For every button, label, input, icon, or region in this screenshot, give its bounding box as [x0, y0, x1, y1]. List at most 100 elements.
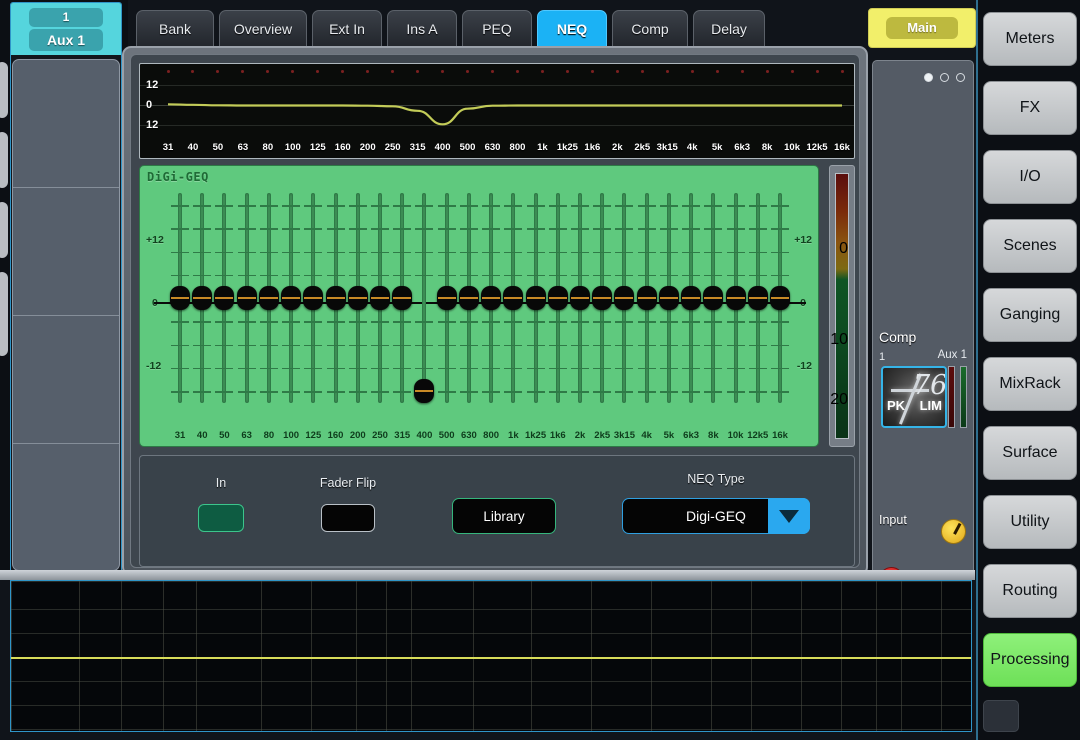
geq-fader-100[interactable]	[281, 193, 302, 403]
fader-handle-10k[interactable]	[725, 286, 746, 310]
geq-fader-5k[interactable]	[658, 193, 679, 403]
fader-handle-6k3[interactable]	[681, 286, 702, 310]
ghost-tab-1[interactable]	[0, 62, 8, 118]
fader-handle-1k[interactable]	[503, 286, 524, 310]
fader-handle-125[interactable]	[303, 286, 324, 310]
geq-fader-31[interactable]	[170, 193, 190, 403]
fader-handle-16k[interactable]	[770, 286, 790, 310]
geq-fader-12k5[interactable]	[747, 193, 768, 403]
geq-fader-16k[interactable]	[770, 193, 790, 403]
rail-button-fx[interactable]: FX	[983, 81, 1077, 135]
rail-button-scenes[interactable]: Scenes	[983, 219, 1077, 273]
bottom-fader-strip[interactable]	[10, 580, 972, 732]
geq-fader-160[interactable]	[325, 193, 346, 403]
geq-fader-40[interactable]	[192, 193, 213, 403]
fader-handle-500[interactable]	[436, 286, 457, 310]
geq-fader-315[interactable]	[392, 193, 413, 403]
page-indicator-dots[interactable]	[924, 73, 965, 82]
input-gain-knob[interactable]	[941, 519, 966, 544]
geq-fader-50[interactable]	[214, 193, 235, 403]
in-toggle-button[interactable]	[198, 504, 244, 532]
tab-comp[interactable]: Comp	[612, 10, 688, 48]
fader-handle-8k[interactable]	[703, 286, 724, 310]
geq-fader-80[interactable]	[258, 193, 279, 403]
fader-handle-2k[interactable]	[570, 286, 590, 310]
fader-handle-40[interactable]	[192, 286, 213, 310]
geq-fader-63[interactable]	[236, 193, 257, 403]
rail-stub-button[interactable]	[983, 700, 1019, 732]
rail-button-routing[interactable]: Routing	[983, 564, 1077, 618]
fader-handle-160[interactable]	[325, 286, 346, 310]
fader-handle-250[interactable]	[370, 286, 390, 310]
library-button[interactable]: Library	[452, 498, 556, 534]
geq-fader-1k6[interactable]	[547, 193, 568, 403]
tab-bank[interactable]: Bank	[136, 10, 214, 48]
main-mix-button[interactable]: Main	[868, 8, 976, 48]
tab-neq[interactable]: NEQ	[537, 10, 607, 48]
geq-fader-2k[interactable]	[570, 193, 590, 403]
chevron-down-icon[interactable]	[768, 498, 810, 534]
fader-handle-100[interactable]	[281, 286, 302, 310]
fader-handle-200[interactable]	[347, 286, 368, 310]
fader-handle-63[interactable]	[236, 286, 257, 310]
geq-fader-400[interactable]	[414, 193, 435, 403]
page-dot-2[interactable]	[940, 73, 949, 82]
fader-handle-1k25[interactable]	[525, 286, 546, 310]
fader-handle-315[interactable]	[392, 286, 413, 310]
tab-ext-in[interactable]: Ext In	[312, 10, 382, 48]
fader-handle-2k5[interactable]	[592, 286, 613, 310]
rail-button-mixrack[interactable]: MixRack	[983, 357, 1077, 411]
rail-button-processing[interactable]: Processing	[983, 633, 1077, 687]
fader-handle-50[interactable]	[214, 286, 235, 310]
tab-delay[interactable]: Delay	[693, 10, 765, 48]
geq-fader-250[interactable]	[370, 193, 390, 403]
fader-tick	[437, 391, 456, 393]
fader-handle-630[interactable]	[458, 286, 479, 310]
neq-type-dropdown[interactable]: Digi-GEQ	[622, 498, 810, 534]
tab-ins-a[interactable]: Ins A	[387, 10, 457, 48]
geq-fader-2k5[interactable]	[592, 193, 613, 403]
geq-fader-630[interactable]	[458, 193, 479, 403]
channel-section[interactable]	[13, 60, 119, 188]
channel-header[interactable]: 1 Aux 1	[11, 3, 121, 55]
fader-handle-1k6[interactable]	[547, 286, 568, 310]
tab-overview[interactable]: Overview	[219, 10, 307, 48]
fader-handle-5k[interactable]	[658, 286, 679, 310]
eq-response-graph[interactable]: 12 0 12 31 40 50 63 80 100 125 160 200 250 315 400 5…	[139, 63, 855, 159]
fader-handle-31[interactable]	[170, 286, 190, 310]
tab-peq[interactable]: PEQ	[462, 10, 532, 48]
rail-button-surface[interactable]: Surface	[983, 426, 1077, 480]
geq-fader-10k[interactable]	[725, 193, 746, 403]
compressor-model-tile[interactable]: 76 PK LIM	[881, 366, 947, 428]
channel-section[interactable]	[13, 444, 119, 570]
fader-handle-12k5[interactable]	[747, 286, 768, 310]
fader-handle-400[interactable]	[414, 379, 435, 403]
fader-handle-4k[interactable]	[636, 286, 657, 310]
fader-flip-button[interactable]	[321, 504, 375, 532]
rail-button-i-o[interactable]: I/O	[983, 150, 1077, 204]
ghost-tab-2[interactable]	[0, 132, 8, 188]
geq-fader-bank[interactable]: DiGi-GEQ +12 0 -12 +12 0 -12 31405063801…	[139, 165, 819, 447]
geq-fader-200[interactable]	[347, 193, 368, 403]
rail-button-utility[interactable]: Utility	[983, 495, 1077, 549]
rail-button-meters[interactable]: Meters	[983, 12, 1077, 66]
page-dot-3[interactable]	[956, 73, 965, 82]
geq-fader-1k[interactable]	[503, 193, 524, 403]
geq-fader-800[interactable]	[481, 193, 502, 403]
fader-handle-3k15[interactable]	[614, 286, 635, 310]
geq-fader-125[interactable]	[303, 193, 324, 403]
geq-fader-8k[interactable]	[703, 193, 724, 403]
geq-fader-500[interactable]	[436, 193, 457, 403]
channel-section[interactable]	[13, 188, 119, 316]
channel-section[interactable]	[13, 316, 119, 444]
geq-fader-1k25[interactable]	[525, 193, 546, 403]
fader-handle-80[interactable]	[258, 286, 279, 310]
fader-handle-800[interactable]	[481, 286, 502, 310]
page-dot-1[interactable]	[924, 73, 933, 82]
ghost-tab-3[interactable]	[0, 202, 8, 258]
ghost-tab-5[interactable]	[0, 300, 8, 356]
rail-button-ganging[interactable]: Ganging	[983, 288, 1077, 342]
geq-fader-6k3[interactable]	[681, 193, 702, 403]
geq-fader-4k[interactable]	[636, 193, 657, 403]
geq-fader-3k15[interactable]	[614, 193, 635, 403]
